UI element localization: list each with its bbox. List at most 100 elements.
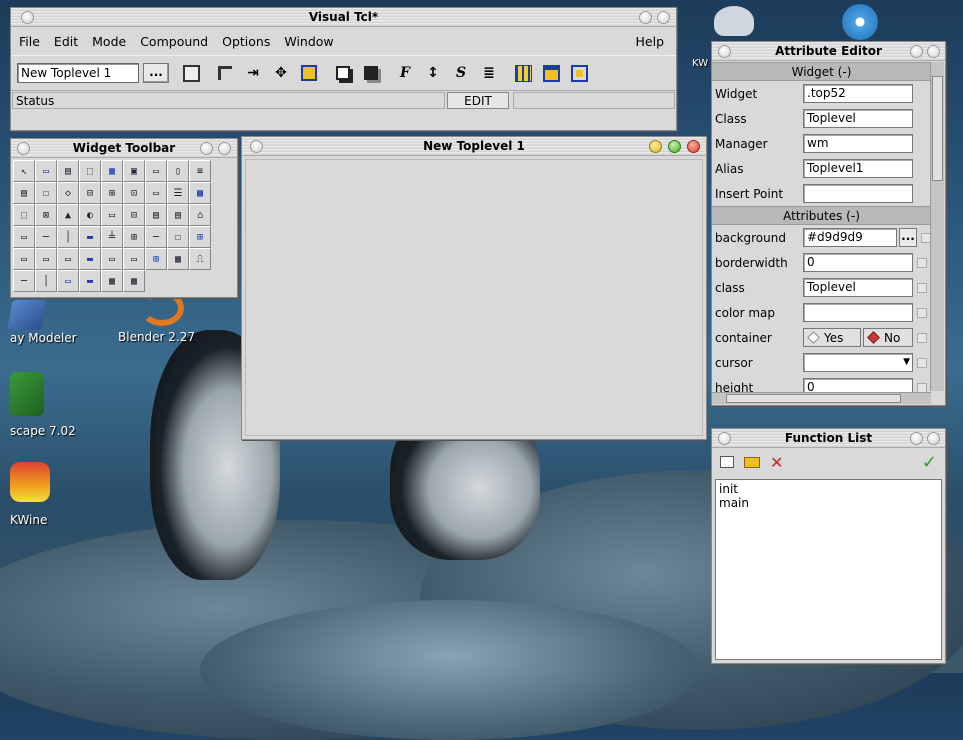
window-menu-icon[interactable] (718, 432, 731, 445)
new-function-icon[interactable] (720, 456, 734, 468)
function-list-titlebar[interactable]: Function List (712, 429, 945, 448)
color-picker-button[interactable]: ... (899, 228, 917, 247)
scroll-thumb[interactable] (726, 394, 901, 403)
table-icon[interactable]: ▦ (167, 248, 189, 270)
mode-indicator[interactable]: EDIT (447, 92, 509, 109)
maximize-icon[interactable] (657, 11, 670, 24)
scrolledtext-icon[interactable]: ▤ (167, 204, 189, 226)
scroll-thumb[interactable] (932, 76, 943, 181)
toplevel-icon[interactable]: ▭ (35, 160, 57, 182)
minimize-icon[interactable] (910, 432, 923, 445)
maximize-icon[interactable] (668, 140, 681, 153)
font-size-icon[interactable]: ↕ (423, 63, 443, 83)
attributes-section-header[interactable]: Attributes (-) (712, 206, 931, 225)
toplevel-layout-icon[interactable] (569, 63, 589, 83)
combobox-icon[interactable]: ◐ (79, 204, 101, 226)
browse-toplevel-button[interactable]: ... (143, 63, 169, 83)
desktop-icon-label[interactable]: ay Modeler (10, 331, 77, 345)
entryfield-icon[interactable]: ▭ (101, 204, 123, 226)
tabset-icon[interactable]: ▭ (13, 226, 35, 248)
message-icon[interactable]: ▤ (57, 160, 79, 182)
attr-checkbox[interactable] (917, 332, 927, 343)
background-field[interactable]: #d9d9d9 (803, 228, 897, 247)
panedwindow-icon[interactable]: ⌂ (189, 204, 211, 226)
graph-icon[interactable]: ⊞ (123, 226, 145, 248)
counter-icon[interactable]: ⊟ (123, 204, 145, 226)
grid-icon[interactable] (513, 63, 533, 83)
vslider-icon[interactable]: │ (35, 270, 57, 292)
list-item[interactable]: init (719, 482, 938, 496)
tab-icon[interactable]: ▭ (101, 248, 123, 270)
window-menu-icon[interactable] (250, 140, 263, 153)
justify-icon[interactable]: ≣ (479, 63, 499, 83)
arrow-icon[interactable]: ▲ (57, 204, 79, 226)
scrollbar-icon[interactable]: ⊞ (101, 182, 123, 204)
maximize-icon[interactable] (218, 142, 231, 155)
window-menu-icon[interactable] (17, 142, 30, 155)
checkbox-icon[interactable]: ☐ (35, 182, 57, 204)
list-item[interactable]: main (719, 496, 938, 510)
tabs-icon[interactable]: ▭ (123, 248, 145, 270)
cursor-select[interactable]: ▼ (803, 353, 913, 372)
delete-icon[interactable]: ✕ (770, 453, 783, 472)
split-icon[interactable]: ╧ (101, 226, 123, 248)
attr-horizontal-scrollbar[interactable] (712, 392, 931, 404)
accept-check-icon[interactable]: ✓ (922, 452, 937, 473)
listbox-icon[interactable]: ▤ (13, 182, 35, 204)
statusbar-widget-icon[interactable]: ▭ (57, 248, 79, 270)
spinbox-icon[interactable]: ⊡ (123, 182, 145, 204)
class-attr-field[interactable]: Toplevel (803, 278, 913, 297)
font-style-icon[interactable]: S (451, 63, 471, 83)
minimize-icon[interactable] (910, 45, 923, 58)
optionmenu-icon[interactable]: ☰ (167, 182, 189, 204)
attr-checkbox[interactable] (917, 357, 927, 368)
app-icon[interactable] (7, 300, 47, 330)
fill-x-icon[interactable]: ⇥ (243, 63, 263, 83)
dialog-icon[interactable]: ▭ (35, 248, 57, 270)
radiobutton-icon[interactable]: ◇ (57, 182, 79, 204)
menu-mode[interactable]: Mode (92, 34, 126, 49)
move-icon[interactable]: ✥ (271, 63, 291, 83)
minimize-icon[interactable] (649, 140, 662, 153)
signal-icon[interactable]: ⎍ (189, 248, 211, 270)
manager-field[interactable]: wm (803, 134, 913, 153)
entry-widget-icon[interactable]: ▭ (145, 160, 167, 182)
tabnotebook-icon[interactable]: ⊠ (35, 204, 57, 226)
labelframe-icon[interactable]: ⬚ (13, 204, 35, 226)
desktop-icon-label[interactable]: KWine (10, 513, 47, 527)
menu-window[interactable]: Window (284, 34, 333, 49)
maximize-icon[interactable] (927, 432, 940, 445)
toplevel-titlebar[interactable]: New Toplevel 1 (242, 137, 706, 156)
widget-class-field[interactable]: Toplevel (803, 109, 913, 128)
cd-icon[interactable] (842, 4, 878, 40)
vscale-icon[interactable]: │ (57, 226, 79, 248)
menu-file[interactable]: File (19, 34, 40, 49)
attr-checkbox[interactable] (917, 307, 927, 318)
menu-compound[interactable]: Compound (140, 34, 208, 49)
alias-field[interactable]: Toplevel1 (803, 159, 913, 178)
kweather-icon[interactable] (714, 6, 754, 36)
entry-box-icon[interactable]: ▭ (57, 270, 79, 292)
borderwidth-field[interactable]: 0 (803, 253, 913, 272)
scrolledlist-icon[interactable]: ▤ (145, 204, 167, 226)
font-family-icon[interactable]: F (395, 63, 415, 83)
spreadsheet-icon[interactable]: ▦ (123, 270, 145, 292)
attr-checkbox[interactable] (917, 257, 927, 268)
maximize-icon[interactable] (927, 45, 940, 58)
raise-icon[interactable] (333, 63, 353, 83)
inkscape-icon[interactable] (10, 372, 44, 416)
menu-options[interactable]: Options (222, 34, 270, 49)
chevron-down-icon[interactable]: ▼ (903, 354, 910, 371)
tree-icon[interactable]: ▩ (189, 182, 211, 204)
widget-section-header[interactable]: Widget (-) (712, 62, 931, 81)
place-icon[interactable] (299, 63, 319, 83)
hierarchy-icon[interactable]: ⊞ (189, 226, 211, 248)
close-icon[interactable] (687, 140, 700, 153)
meter-icon[interactable]: ▬ (79, 248, 101, 270)
desktop-icon-label[interactable]: KW (692, 58, 708, 69)
container-no-radio[interactable]: No (863, 328, 913, 347)
attr-vertical-scrollbar[interactable] (930, 62, 944, 391)
button-widget-icon[interactable]: ▣ (123, 160, 145, 182)
minimize-icon[interactable] (200, 142, 213, 155)
widget-toolbar-titlebar[interactable]: Widget Toolbar (11, 139, 237, 158)
